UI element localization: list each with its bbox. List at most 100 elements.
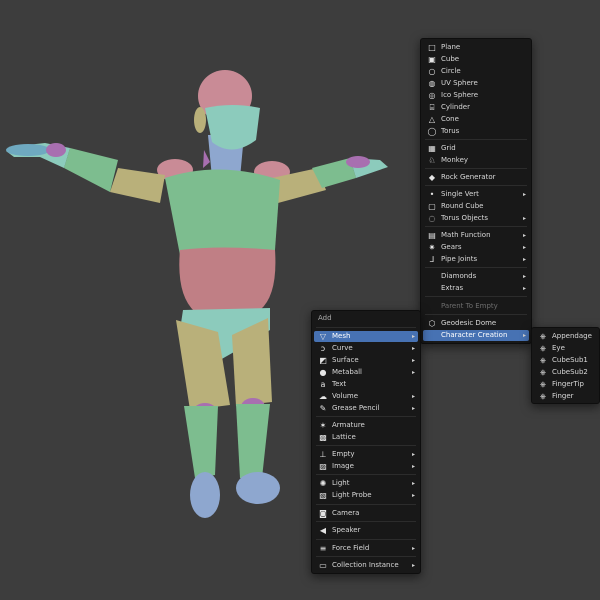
- menu-separator: [425, 226, 527, 227]
- ico-sphere-icon: ◎: [428, 91, 436, 100]
- mesh-item-math-function[interactable]: ▤ Math Function ▸: [423, 230, 529, 241]
- submenu-arrow-icon: ▸: [522, 244, 526, 251]
- add-item-mesh[interactable]: ▽ Mesh ▸: [314, 331, 418, 342]
- char-item-appendage[interactable]: ⎈ Appendage: [534, 331, 597, 342]
- submenu-arrow-icon: ▸: [522, 256, 526, 263]
- mesh-item-label: Extras: [441, 284, 464, 292]
- add-item-speaker[interactable]: ◀ Speaker: [314, 525, 418, 536]
- submenu-arrow-icon: ▸: [411, 405, 415, 412]
- light-icon: ✺: [319, 479, 327, 488]
- mesh-item-cylinder[interactable]: ⌸ Cylinder: [423, 102, 529, 113]
- add-item-label: Image: [332, 462, 354, 470]
- add-item-metaball[interactable]: ● Metaball ▸: [314, 367, 418, 378]
- add-item-light[interactable]: ✺ Light ▸: [314, 478, 418, 489]
- submenu-arrow-icon: ▸: [522, 215, 526, 222]
- submenu-arrow-icon: ▸: [411, 480, 415, 487]
- grid-icon: ▦: [428, 144, 436, 153]
- mesh-item-ico-sphere[interactable]: ◎ Ico Sphere: [423, 90, 529, 101]
- add-item-armature[interactable]: ✶ Armature: [314, 420, 418, 431]
- metaball-icon: ●: [319, 368, 327, 377]
- add-item-label: Grease Pencil: [332, 404, 380, 412]
- pipe-joints-icon: ⅃: [429, 255, 435, 264]
- mesh-item-torus-objects[interactable]: ◌ Torus Objects ▸: [423, 213, 529, 224]
- add-item-light-probe[interactable]: ▧ Light Probe ▸: [314, 490, 418, 501]
- mesh-item-grid[interactable]: ▦ Grid: [423, 143, 529, 154]
- add-item-collection-instance[interactable]: ▭ Collection Instance ▸: [314, 560, 418, 571]
- mesh-item-single-vert[interactable]: • Single Vert ▸: [423, 189, 529, 200]
- script-icon: ⎈: [539, 356, 547, 365]
- mesh-item-label: Parent To Empty: [441, 302, 498, 310]
- mesh-item-label: Pipe Joints: [441, 255, 478, 263]
- script-icon: ⎈: [539, 380, 547, 389]
- char-item-finger[interactable]: ⎈ Finger: [534, 391, 597, 402]
- mesh-icon: ▽: [319, 332, 327, 341]
- mesh-item-label: Monkey: [441, 156, 469, 164]
- menu-separator: [425, 168, 527, 169]
- mesh-item-pipe-joints[interactable]: ⅃ Pipe Joints ▸: [423, 254, 529, 265]
- mesh-item-round-cube[interactable]: ▢ Round Cube: [423, 201, 529, 212]
- mesh-item-label: Ico Sphere: [441, 91, 479, 99]
- mesh-item-label: Single Vert: [441, 190, 479, 198]
- add-item-camera[interactable]: ◙ Camera: [314, 508, 418, 519]
- add-item-volume[interactable]: ☁ Volume ▸: [314, 391, 418, 402]
- menu-separator: [316, 504, 416, 505]
- submenu-arrow-icon: ▸: [411, 393, 415, 400]
- mesh-item-uv-sphere[interactable]: ◍ UV Sphere: [423, 78, 529, 89]
- menu-separator: [316, 416, 416, 417]
- mesh-item-label: Torus: [441, 127, 460, 135]
- add-item-surface[interactable]: ◩ Surface ▸: [314, 355, 418, 366]
- add-item-label: Speaker: [332, 526, 361, 534]
- mesh-item-parent-to-empty[interactable]: Parent To Empty: [423, 301, 529, 312]
- menu-separator: [425, 185, 527, 186]
- add-item-grease-pencil[interactable]: ✎ Grease Pencil ▸: [314, 403, 418, 414]
- submenu-arrow-icon: ▸: [411, 451, 415, 458]
- mesh-item-gears[interactable]: ✷ Gears ▸: [423, 242, 529, 253]
- add-item-empty[interactable]: ⊥ Empty ▸: [314, 449, 418, 460]
- mesh-item-label: Diamonds: [441, 272, 477, 280]
- add-item-force-field[interactable]: ≡ Force Field ▸: [314, 543, 418, 554]
- mesh-item-cone[interactable]: △ Cone: [423, 114, 529, 125]
- submenu-arrow-icon: ▸: [411, 345, 415, 352]
- add-item-label: Mesh: [332, 332, 351, 340]
- add-item-label: Light Probe: [332, 491, 372, 499]
- char-item-fingertip[interactable]: ⎈ FingerTip: [534, 379, 597, 390]
- add-item-label: Curve: [332, 344, 353, 352]
- character-creation-submenu: ⎈ Appendage ⎈ Eye ⎈ CubeSub1 ⎈ CubeSub2 ⎈ FingerT…: [531, 327, 600, 404]
- mesh-item-label: Character Creation: [441, 331, 508, 339]
- light-probe-icon: ▧: [319, 491, 327, 500]
- script-icon: ⎈: [539, 344, 547, 353]
- add-item-image[interactable]: ▨ Image ▸: [314, 461, 418, 472]
- add-item-label: Metaball: [332, 368, 363, 376]
- char-item-cubesub1[interactable]: ⎈ CubeSub1: [534, 355, 597, 366]
- script-icon: ⎈: [539, 392, 547, 401]
- cone-icon: △: [428, 115, 436, 124]
- add-item-lattice[interactable]: ▩ Lattice: [314, 432, 418, 443]
- mesh-item-rock-generator[interactable]: ◆ Rock Generator: [423, 172, 529, 183]
- menu-separator: [316, 539, 416, 540]
- add-item-text[interactable]: a Text: [314, 379, 418, 390]
- add-item-curve[interactable]: ↄ Curve ▸: [314, 343, 418, 354]
- mesh-item-circle[interactable]: ○ Circle: [423, 66, 529, 77]
- mesh-item-label: Torus Objects: [441, 214, 489, 222]
- mesh-item-label: Round Cube: [441, 202, 484, 210]
- mesh-item-extras[interactable]: Extras ▸: [423, 283, 529, 294]
- char-item-label: Finger: [552, 392, 574, 400]
- mesh-submenu: □ Plane ▣ Cube ○ Circle ◍ UV Sphere ◎ Ico Sphere ⌸…: [420, 38, 532, 344]
- round-cube-icon: ▢: [428, 202, 436, 211]
- mesh-item-cube[interactable]: ▣ Cube: [423, 54, 529, 65]
- mesh-item-monkey[interactable]: ♘ Monkey: [423, 155, 529, 166]
- char-item-eye[interactable]: ⎈ Eye: [534, 343, 597, 354]
- char-item-cubesub2[interactable]: ⎈ CubeSub2: [534, 367, 597, 378]
- gears-icon: ✷: [428, 243, 436, 252]
- geodesic-dome-icon: ⬡: [428, 319, 436, 328]
- mesh-item-geodesic-dome[interactable]: ⬡ Geodesic Dome: [423, 318, 529, 329]
- add-item-label: Armature: [332, 421, 365, 429]
- mesh-item-diamonds[interactable]: Diamonds ▸: [423, 271, 529, 282]
- mesh-item-torus[interactable]: ◯ Torus: [423, 126, 529, 137]
- mesh-item-plane[interactable]: □ Plane: [423, 42, 529, 53]
- add-item-label: Force Field: [332, 544, 370, 552]
- mesh-item-character-creation[interactable]: Character Creation ▸: [423, 330, 529, 341]
- torus-icon: ◯: [427, 127, 437, 136]
- menu-separator: [316, 327, 416, 328]
- grease-pencil-icon: ✎: [319, 404, 327, 413]
